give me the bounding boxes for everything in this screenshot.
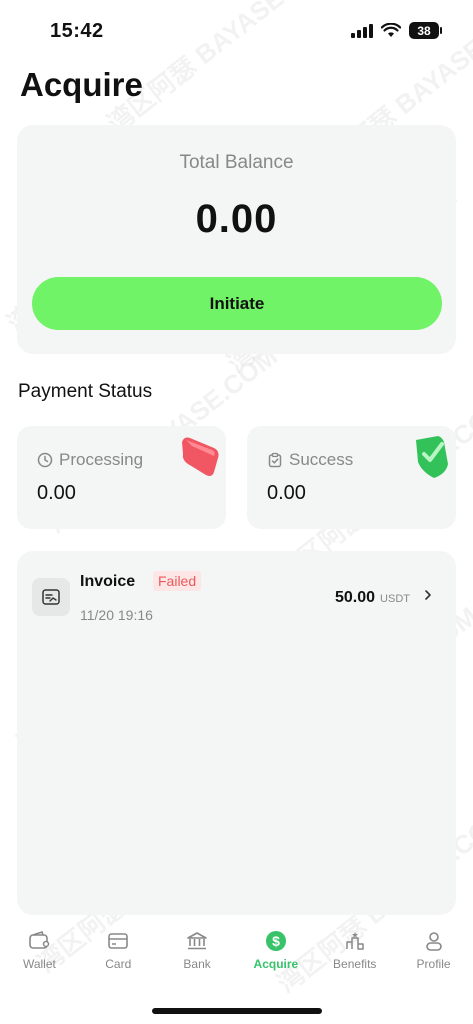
invoice-amount-value: 50.00 xyxy=(335,589,376,606)
initiate-button[interactable]: Initiate xyxy=(32,277,442,330)
invoice-date: 11/20 19:16 xyxy=(80,607,153,623)
invoice-currency: USDT xyxy=(380,593,410,605)
tab-label: Bank xyxy=(183,957,211,971)
tab-label: Benefits xyxy=(333,957,377,971)
tab-bank[interactable]: Bank xyxy=(158,924,237,984)
tab-benefits[interactable]: Benefits xyxy=(315,924,394,984)
tab-label: Profile xyxy=(416,957,451,971)
tab-acquire[interactable]: $ Acquire xyxy=(236,924,315,984)
tab-label: Card xyxy=(105,957,132,971)
home-indicator[interactable] xyxy=(152,1008,322,1014)
clock-icon xyxy=(37,452,53,468)
dollar-icon: $ xyxy=(265,931,286,951)
wifi-icon xyxy=(381,23,401,37)
shield-check-icon xyxy=(416,436,448,478)
invoice-icon xyxy=(32,578,70,616)
benefits-icon xyxy=(345,932,364,950)
bank-icon xyxy=(187,932,207,950)
tab-label: Wallet xyxy=(22,957,56,971)
status-bar: 15:42 38 xyxy=(0,0,473,60)
tab-bar: Wallet Card Bank $ Acquire Benefits Prof… xyxy=(0,924,473,984)
processing-label: Processing xyxy=(59,450,144,469)
invoice-title: Invoice xyxy=(80,573,136,590)
invoice-amount: 50.00 USDT xyxy=(335,588,435,607)
tab-profile[interactable]: Profile xyxy=(394,924,473,984)
profile-icon xyxy=(425,932,442,951)
battery-icon: 38 xyxy=(409,22,442,39)
status-time: 15:42 xyxy=(50,20,104,42)
invoice-list: Invoice Failed 11/20 19:16 50.00 USDT xyxy=(17,551,456,915)
processing-value: 0.00 xyxy=(37,482,76,504)
status-badge: Failed xyxy=(153,571,202,591)
success-card[interactable]: Success 0.00 xyxy=(247,426,456,529)
tab-label: Acquire xyxy=(253,957,299,971)
tab-wallet[interactable]: Wallet xyxy=(0,924,79,984)
success-value: 0.00 xyxy=(267,482,306,504)
processing-card-icon xyxy=(182,437,219,476)
wallet-icon xyxy=(29,930,50,949)
clipboard-check-icon xyxy=(268,452,282,468)
page-title: Acquire xyxy=(20,66,143,103)
processing-card[interactable]: Processing 0.00 xyxy=(17,426,226,529)
svg-text:$: $ xyxy=(272,933,280,949)
invoice-row[interactable]: Invoice Failed 11/20 19:16 50.00 USDT xyxy=(17,551,456,641)
balance-card: Total Balance 0.00 Initiate xyxy=(17,125,456,354)
payment-status-title: Payment Status xyxy=(18,381,153,402)
status-icons: 38 xyxy=(351,22,442,39)
card-icon xyxy=(108,933,129,949)
signal-icon xyxy=(351,23,373,38)
balance-label: Total Balance xyxy=(179,152,294,173)
tab-card[interactable]: Card xyxy=(79,924,158,984)
success-label: Success xyxy=(289,450,354,469)
chevron-right-icon xyxy=(425,590,431,600)
balance-value: 0.00 xyxy=(195,197,278,241)
